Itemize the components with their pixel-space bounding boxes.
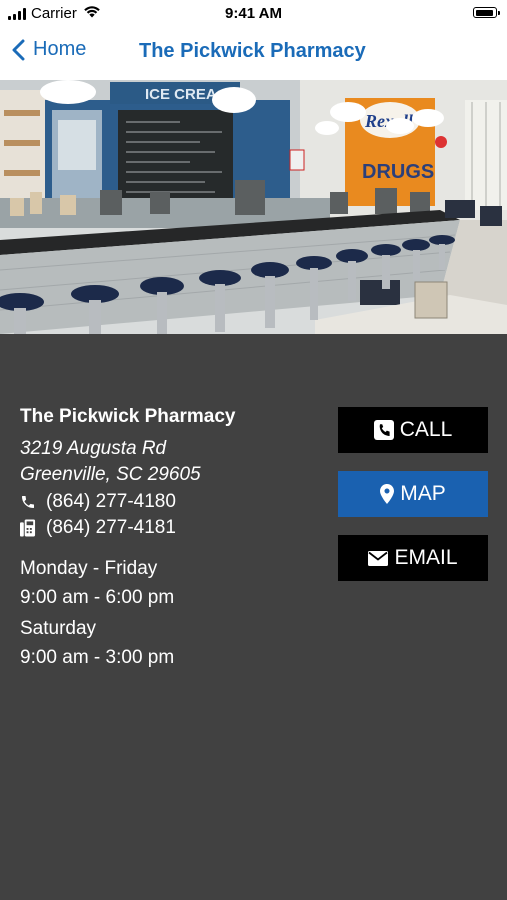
hours-time: 9:00 am - 3:00 pm xyxy=(20,647,175,668)
envelope-icon xyxy=(368,550,389,566)
navigation-bar: Home The Pickwick Pharmacy xyxy=(0,28,507,80)
map-button[interactable]: MAP xyxy=(338,471,488,517)
business-hours: Monday - Friday 9:00 am - 6:00 pm Saturd… xyxy=(20,554,235,672)
phone-number: (864) 277-4180 xyxy=(46,491,176,512)
hours-time: 9:00 am - 6:00 pm xyxy=(20,587,175,608)
phone-square-icon xyxy=(373,420,394,440)
email-button[interactable]: EMAIL xyxy=(338,535,488,581)
chevron-left-icon xyxy=(12,39,25,60)
address-line-2[interactable]: Greenville, SC 29605 xyxy=(20,462,235,488)
hours-block-saturday: Saturday 9:00 am - 3:00 pm xyxy=(20,614,235,672)
back-label: Home xyxy=(33,38,87,60)
business-info: The Pickwick Pharmacy 3219 Augusta Rd Gr… xyxy=(20,406,235,672)
call-label: CALL xyxy=(399,418,453,441)
fax-icon xyxy=(20,519,36,537)
details-panel: The Pickwick Pharmacy 3219 Augusta Rd Gr… xyxy=(0,334,507,900)
svg-text:DRUGS: DRUGS xyxy=(362,161,434,183)
fax-number: (864) 277-4181 xyxy=(46,517,176,538)
hours-days: Saturday xyxy=(20,618,97,639)
email-label: EMAIL xyxy=(394,546,458,569)
battery-icon xyxy=(473,7,500,18)
call-button[interactable]: CALL xyxy=(338,407,488,453)
phone-row[interactable]: (864) 277-4180 xyxy=(20,490,235,514)
fax-row: (864) 277-4181 xyxy=(20,516,235,540)
hours-block-weekdays: Monday - Friday 9:00 am - 6:00 pm xyxy=(20,554,235,612)
page-title: The Pickwick Pharmacy xyxy=(139,40,366,62)
address-line-1[interactable]: 3219 Augusta Rd xyxy=(20,436,235,462)
phone-icon xyxy=(20,494,36,510)
hours-days: Monday - Friday xyxy=(20,558,158,579)
status-bar: Carrier 9:41 AM xyxy=(0,0,507,28)
status-time: 9:41 AM xyxy=(225,5,282,22)
business-name: The Pickwick Pharmacy xyxy=(20,406,236,427)
pharmacy-interior-photo: ICE CREA Rexall DRUGS xyxy=(0,80,507,334)
back-button[interactable]: Home xyxy=(12,38,86,61)
map-pin-icon xyxy=(380,484,395,504)
svg-text:ICE CREA: ICE CREA xyxy=(145,86,217,103)
map-label: MAP xyxy=(400,482,446,505)
